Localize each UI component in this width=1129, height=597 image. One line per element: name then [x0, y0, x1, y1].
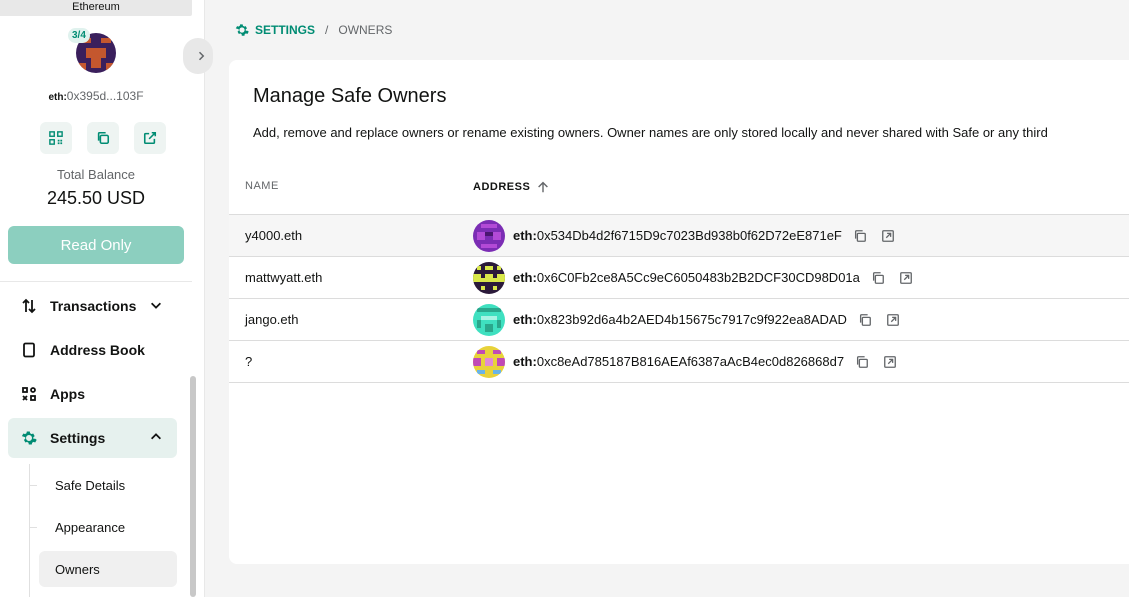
owner-address-value: 0x6C0Fb2ce8A5Cc9eC6050483b2B2DCF30CD98D0… [536, 270, 860, 285]
safe-address: eth:0x395d...103F [0, 89, 192, 103]
sidebar-item-label: Apps [50, 386, 85, 402]
copy-icon[interactable] [855, 355, 869, 369]
owner-address: eth: 0x6C0Fb2ce8A5Cc9eC6050483b2B2DCF30CD… [513, 270, 913, 285]
owner-address-prefix: eth: [513, 228, 537, 243]
owner-address-prefix: eth: [513, 270, 537, 285]
qr-code-button[interactable] [40, 122, 72, 154]
owner-address-prefix: eth: [513, 312, 537, 327]
gear-icon [19, 428, 39, 448]
submenu-tick [29, 527, 37, 528]
apps-grid-icon [19, 384, 39, 404]
breadcrumb-settings[interactable]: SETTINGS [255, 23, 315, 37]
chevron-down-icon [151, 302, 161, 309]
chevron-up-icon [151, 433, 161, 440]
table-row[interactable]: ? eth: 0xc8eAd785187B816AEAf6387aAcB4ec0d… [229, 341, 1129, 383]
owner-name: y4000.eth [245, 228, 303, 243]
owner-address: eth: 0xc8eAd785187B816AEAf6387aAcB4ec0d82… [513, 354, 897, 369]
identicon-icon [473, 220, 505, 252]
owner-avatar [473, 220, 505, 252]
submenu-line [29, 464, 30, 597]
safe-actions [40, 122, 166, 154]
external-link-icon[interactable] [886, 313, 900, 327]
owner-avatar [473, 262, 505, 294]
safe-address-value: 0x395d...103F [66, 89, 144, 103]
qr-code-icon [49, 131, 63, 145]
total-balance-label: Total Balance [56, 167, 136, 182]
breadcrumb-separator: / [325, 23, 329, 37]
sidebar: Ethereum 3/4 eth:0x395d...103F Total Bal… [0, 0, 205, 597]
owner-address: eth: 0x534Db4d2f6715D9c7023Bd938b0f62D72e… [513, 228, 895, 243]
sidebar-subitem-safe-details[interactable]: Safe Details [39, 467, 177, 503]
owner-name: jango.eth [245, 312, 299, 327]
arrow-up-icon [538, 181, 549, 193]
page-description: Add, remove and replace owners or rename… [253, 125, 1048, 140]
owner-address-value: 0xc8eAd785187B816AEAf6387aAcB4ec0d826868… [536, 354, 845, 369]
table-row[interactable]: jango.eth eth: 0x823b92d6a4b2AED4b15675c7… [229, 299, 1129, 341]
chevron-right-icon [198, 51, 205, 61]
sidebar-item-apps[interactable]: Apps [8, 374, 177, 414]
read-only-button[interactable]: Read Only [8, 226, 184, 264]
column-header-address-label: ADDRESS [473, 181, 531, 193]
external-link-icon[interactable] [899, 271, 913, 285]
sidebar-item-transactions[interactable]: Transactions [8, 286, 177, 326]
total-balance-value: 245.50 USD [46, 188, 146, 208]
threshold-badge: 3/4 [68, 28, 90, 43]
sidebar-subitem-owners[interactable]: Owners [39, 551, 177, 587]
address-book-icon [19, 340, 39, 360]
breadcrumb-owners: OWNERS [338, 23, 393, 37]
owner-name: ? [245, 354, 253, 369]
copy-icon[interactable] [853, 229, 867, 243]
owner-name: mattwyatt.eth [245, 270, 323, 285]
submenu-tick [29, 485, 37, 486]
sidebar-item-label: Settings [50, 430, 106, 446]
identicon-icon [473, 262, 505, 294]
page-title: Manage Safe Owners [253, 85, 447, 107]
table-row[interactable]: y4000.eth eth: 0x534Db4d2f6715D9c7023Bd93… [229, 215, 1129, 257]
sidebar-item-address-book[interactable]: Address Book [8, 330, 177, 370]
owner-avatar [473, 346, 505, 378]
owner-address-prefix: eth: [513, 354, 537, 369]
sidebar-item-label: Address Book [50, 342, 145, 358]
external-link-icon [143, 131, 157, 145]
identicon-icon [473, 346, 505, 378]
collapse-sidebar-button[interactable] [183, 38, 213, 74]
owner-address-value: 0x534Db4d2f6715D9c7023Bd938b0f62D72eE871… [536, 228, 842, 243]
copy-icon [97, 131, 110, 145]
owners-card: Manage Safe Owners Add, remove and repla… [229, 60, 1129, 564]
sidebar-divider [0, 281, 192, 282]
safe-address-prefix: eth: [48, 92, 67, 103]
sidebar-subitem-appearance[interactable]: Appearance [39, 509, 177, 545]
table-row[interactable]: mattwyatt.eth eth: 0x6C0Fb2ce8A5Cc9eC6050… [229, 257, 1129, 299]
owner-address: eth: 0x823b92d6a4b2AED4b15675c7917c9f922e… [513, 312, 900, 327]
column-header-name[interactable]: NAME [245, 180, 279, 192]
copy-icon[interactable] [858, 313, 872, 327]
breadcrumb: SETTINGS / OWNERS [235, 23, 392, 37]
copy-icon[interactable] [871, 271, 885, 285]
copy-address-button[interactable] [87, 122, 119, 154]
sidebar-item-label: Transactions [50, 298, 137, 314]
sidebar-item-settings[interactable]: Settings [8, 418, 177, 458]
open-explorer-button[interactable] [134, 122, 166, 154]
network-label: Ethereum [0, 0, 192, 16]
external-link-icon[interactable] [881, 229, 895, 243]
arrows-swap-icon [19, 296, 39, 316]
sidebar-scrollbar[interactable] [190, 376, 196, 597]
column-header-address[interactable]: ADDRESS [473, 180, 550, 194]
external-link-icon[interactable] [883, 355, 897, 369]
owner-address-value: 0x823b92d6a4b2AED4b15675c7917c9f922ea8AD… [536, 312, 847, 327]
gear-icon [235, 24, 249, 36]
owner-avatar [473, 304, 505, 336]
identicon-icon [473, 304, 505, 336]
